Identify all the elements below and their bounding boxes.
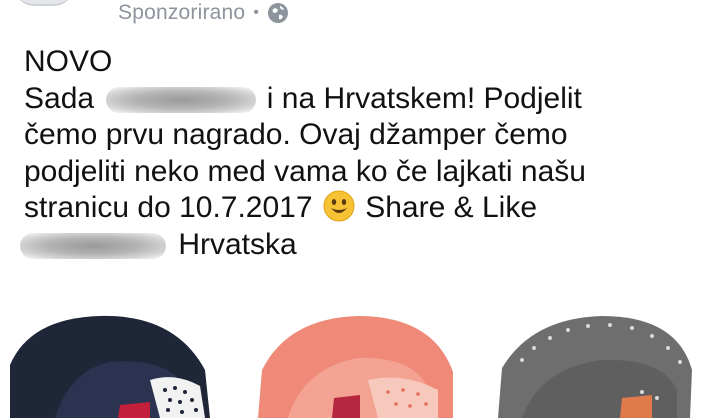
message-line-1: NOVO [24,45,113,78]
smiley-emoji-icon [323,190,355,222]
post-message: NOVO Sada i na Hrvatskem! Podjelit čemo … [20,44,714,264]
message-line-3: čemo prvu nagrado. Ovaj džamper čemo [24,118,568,151]
message-line-6: Hrvatska [20,227,714,264]
message-line-4: podjeliti neko med vama ko če lajkati na… [24,154,586,188]
page-avatar[interactable] [14,0,74,6]
product-image-strip[interactable] [0,310,720,418]
message-line-2-start: Sada [24,81,95,115]
globe-icon[interactable] [267,2,289,24]
message-line-5: stranicu do 10.7.2017 Share & Like [24,190,714,227]
product-image-coral-hoodie[interactable] [248,310,463,418]
message-line-5-start: stranicu do 10.7.2017 [24,191,313,224]
product-image-navy-hoodie[interactable] [0,310,215,418]
redacted-page-name [106,86,257,113]
sponsored-meta: Sponzorirano • [118,0,289,26]
post-header: Sponzorirano • [0,0,720,32]
message-line-5-end: Share & Like [365,191,538,224]
redacted-hashtag [20,232,166,259]
message-line-2: Sada i na Hrvatskem! Podjelit [24,81,714,118]
sponsored-label[interactable]: Sponzorirano [118,1,245,25]
message-line-6-end: Hrvatska [178,227,297,261]
message-line-2-end: i na Hrvatskem! Podjelit [266,81,582,115]
meta-separator: • [253,4,260,21]
product-image-grey-hoodie[interactable] [492,310,707,418]
